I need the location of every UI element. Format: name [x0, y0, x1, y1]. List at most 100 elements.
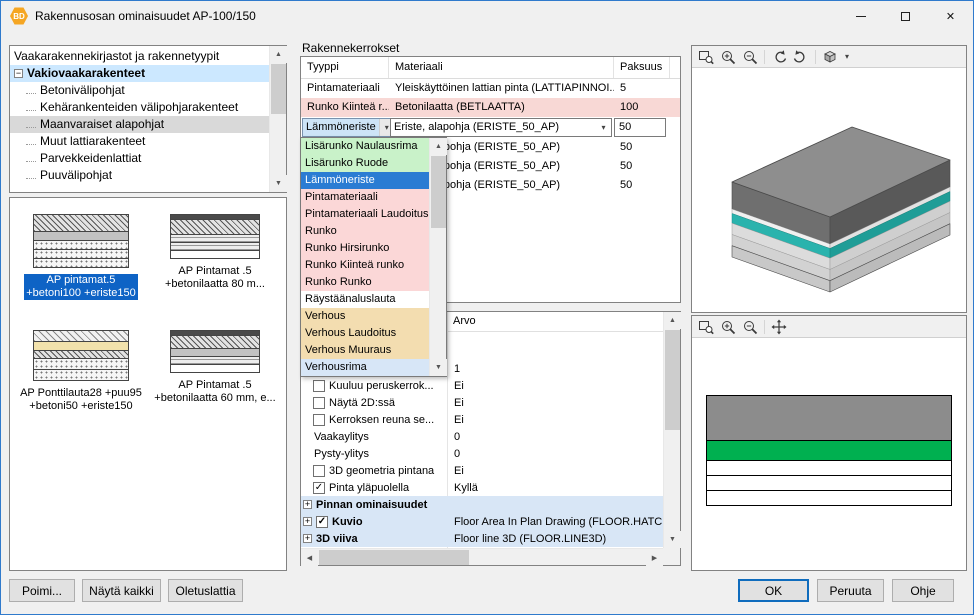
layer-row-highlighted[interactable]: Runko Kiinteä r... Betonilaatta (BETLAAT…	[301, 98, 680, 117]
type-option[interactable]: Verhous Muuraus	[301, 342, 429, 359]
column-header-materiaali[interactable]: Materiaali	[389, 57, 614, 78]
tree-item-maanvaraiset-alapohjat[interactable]: Maanvaraiset alapohjat	[10, 116, 269, 133]
peruuta-button[interactable]: Peruuta	[817, 579, 884, 602]
library-panel: Vaakarakennekirjastot ja rakennetyypit −…	[9, 45, 287, 193]
type-option[interactable]: Lisärunko Ruode	[301, 155, 429, 172]
scroll-up-button[interactable]: ▲	[430, 138, 447, 155]
checkbox-unchecked[interactable]	[313, 397, 325, 409]
scrollbar-thumb[interactable]	[431, 156, 446, 228]
thickness-input[interactable]: 50	[614, 118, 666, 137]
scroll-down-button[interactable]: ▼	[270, 175, 287, 192]
type-option[interactable]: Runko Runko	[301, 274, 429, 291]
type-option-selected[interactable]: Lämmöneriste	[301, 172, 429, 189]
zoom-in-icon[interactable]	[718, 48, 738, 66]
zoom-window-icon[interactable]	[696, 318, 716, 336]
properties-horizontal-scrollbar[interactable]: ◀ ▶	[301, 548, 663, 565]
collapse-icon[interactable]: −	[14, 69, 23, 78]
tree-item-parvekkeidenlattiat[interactable]: Parvekkeidenlattiat	[10, 150, 269, 167]
view2d-viewport[interactable]	[692, 338, 966, 570]
maximize-button[interactable]	[883, 1, 928, 31]
scroll-up-button[interactable]: ▲	[664, 312, 681, 329]
scroll-left-button[interactable]: ◀	[301, 549, 318, 566]
scroll-up-button[interactable]: ▲	[270, 46, 287, 63]
scrollbar-thumb[interactable]	[319, 550, 469, 565]
property-row-3d-geometria[interactable]: 3D geometria pintana Ei	[301, 462, 663, 479]
pan-icon[interactable]	[769, 318, 789, 336]
expand-icon[interactable]: +	[303, 517, 312, 526]
thumbnail-ap-pintamat5-betonilaatta60[interactable]: AP Pintamat .5 +betonilaatta 60 mm, e...	[154, 330, 275, 413]
zoom-in-icon[interactable]	[718, 318, 738, 336]
display-mode-dropdown-icon[interactable]: ▾	[842, 52, 852, 61]
nayta-kaikki-button[interactable]: Näytä kaikki	[82, 579, 161, 602]
type-option[interactable]: Pintamateriaali	[301, 189, 429, 206]
view3d-viewport[interactable]	[692, 68, 966, 312]
thumbnail-ap-pintamat5-betonilaatta80[interactable]: AP Pintamat .5 +betonilaatta 80 m...	[165, 214, 265, 300]
layers-panel-title: Rakennekerrokset	[302, 41, 399, 55]
tree-item-keharankenteiden[interactable]: Kehärankenteiden välipohjarakenteet	[10, 99, 269, 116]
toolbar-separator	[815, 50, 816, 64]
layer-row[interactable]: Pintamateriaali Yleiskäyttöinen lattian …	[301, 79, 680, 98]
close-button[interactable]: ✕	[928, 1, 973, 31]
value-column-header[interactable]: Arvo	[453, 312, 476, 331]
titlebar[interactable]: BD Rakennusosan ominaisuudet AP-100/150 …	[1, 1, 973, 31]
tree-item-puuvalipohjat[interactable]: Puuvälipohjat	[10, 167, 269, 184]
layer-type-combobox[interactable]: Lämmöneriste ▾	[302, 118, 395, 137]
thumbnail-ap-ponttilauta28[interactable]: AP Ponttilauta28 +puu95 +betoni50 +erist…	[20, 330, 142, 413]
checkbox-unchecked[interactable]	[313, 414, 325, 426]
rotate-right-icon[interactable]	[791, 48, 811, 66]
thumbnail-ap-pintamat5-betoni100[interactable]: AP pintamat.5 +betoni100 +eriste150	[24, 214, 137, 300]
property-row-3d-viiva[interactable]: +3D viiva Floor line 3D (FLOOR.LINE3D)	[301, 530, 663, 547]
type-option[interactable]: Verhousrima	[301, 359, 429, 376]
type-option[interactable]: Lisärunko Naulausrima	[301, 138, 429, 155]
zoom-window-icon[interactable]	[696, 48, 716, 66]
type-option[interactable]: Runko	[301, 223, 429, 240]
property-group-pinnan-ominaisuudet[interactable]: +Pinnan ominaisuudet	[301, 496, 663, 513]
property-row-kerroksen-reuna[interactable]: Kerroksen reuna se... Ei	[301, 411, 663, 428]
property-row-nayta-2d[interactable]: Näytä 2D:ssä Ei	[301, 394, 663, 411]
type-option[interactable]: Pintamateriaali Laudoitus	[301, 206, 429, 223]
property-row-kuvio[interactable]: +✓Kuvio Floor Area In Plan Drawing (FLOO…	[301, 513, 663, 530]
scrollbar-thumb[interactable]	[665, 330, 680, 430]
layer-material-combobox[interactable]: Eriste, alapohja (ERISTE_50_AP) ▾	[390, 118, 612, 137]
checkbox-checked[interactable]: ✓	[313, 482, 325, 494]
combobox-arrow-icon[interactable]: ▾	[596, 119, 611, 136]
scrollbar-thumb[interactable]	[271, 64, 286, 114]
minimize-button[interactable]	[838, 1, 883, 31]
scroll-down-button[interactable]: ▼	[664, 531, 681, 548]
tree-item-betonivalipohjat[interactable]: Betonivälipohjat	[10, 82, 269, 99]
scroll-right-button[interactable]: ▶	[646, 549, 663, 566]
layer-row-editing[interactable]: Lämmöneriste ▾ Eriste, alapohja (ERISTE_…	[301, 117, 680, 138]
tree-item-muut-lattiarakenteet[interactable]: Muut lattiarakenteet	[10, 133, 269, 150]
dropdown-scrollbar[interactable]: ▲ ▼	[429, 138, 446, 376]
app-logo-icon: BD	[10, 7, 28, 25]
expand-icon[interactable]: +	[303, 500, 312, 509]
expand-icon[interactable]: +	[303, 534, 312, 543]
checkbox-unchecked[interactable]	[313, 465, 325, 477]
type-option[interactable]: Verhous	[301, 308, 429, 325]
zoom-out-icon[interactable]	[740, 48, 760, 66]
type-option[interactable]: Runko Hirsirunko	[301, 240, 429, 257]
tree-item-vakiovaakarakenteet[interactable]: −Vakiovaakarakenteet	[10, 65, 269, 82]
checkbox-unchecked[interactable]	[313, 380, 325, 392]
ok-button[interactable]: OK	[738, 579, 809, 602]
display-mode-icon[interactable]	[820, 48, 840, 66]
type-option[interactable]: Verhous Laudoitus	[301, 325, 429, 342]
property-row-kuuluu-peruskerrok[interactable]: Kuuluu peruskerrok... Ei	[301, 377, 663, 394]
property-row-pinta-ylapuolella[interactable]: ✓Pinta yläpuolella Kyllä	[301, 479, 663, 496]
poimi-button[interactable]: Poimi...	[9, 579, 75, 602]
zoom-out-icon[interactable]	[740, 318, 760, 336]
type-option[interactable]: Runko Kiinteä runko	[301, 257, 429, 274]
toolbar-separator	[764, 320, 765, 334]
column-header-tyyppi[interactable]: Tyyppi	[301, 57, 389, 78]
library-scrollbar[interactable]: ▲ ▼	[269, 46, 286, 192]
property-row-pysty-ylitys[interactable]: Pysty-ylitys 0	[301, 445, 663, 462]
ohje-button[interactable]: Ohje	[892, 579, 954, 602]
scroll-down-button[interactable]: ▼	[430, 359, 447, 376]
property-row-vaakaylitys[interactable]: Vaakaylitys 0	[301, 428, 663, 445]
oletuslattia-button[interactable]: Oletuslattia	[168, 579, 243, 602]
rotate-left-icon[interactable]	[769, 48, 789, 66]
checkbox-checked[interactable]: ✓	[316, 516, 328, 528]
column-header-paksuus[interactable]: Paksuus	[614, 57, 670, 78]
type-option[interactable]: Räystäänaluslauta	[301, 291, 429, 308]
properties-vertical-scrollbar[interactable]: ▲ ▼	[663, 312, 680, 548]
